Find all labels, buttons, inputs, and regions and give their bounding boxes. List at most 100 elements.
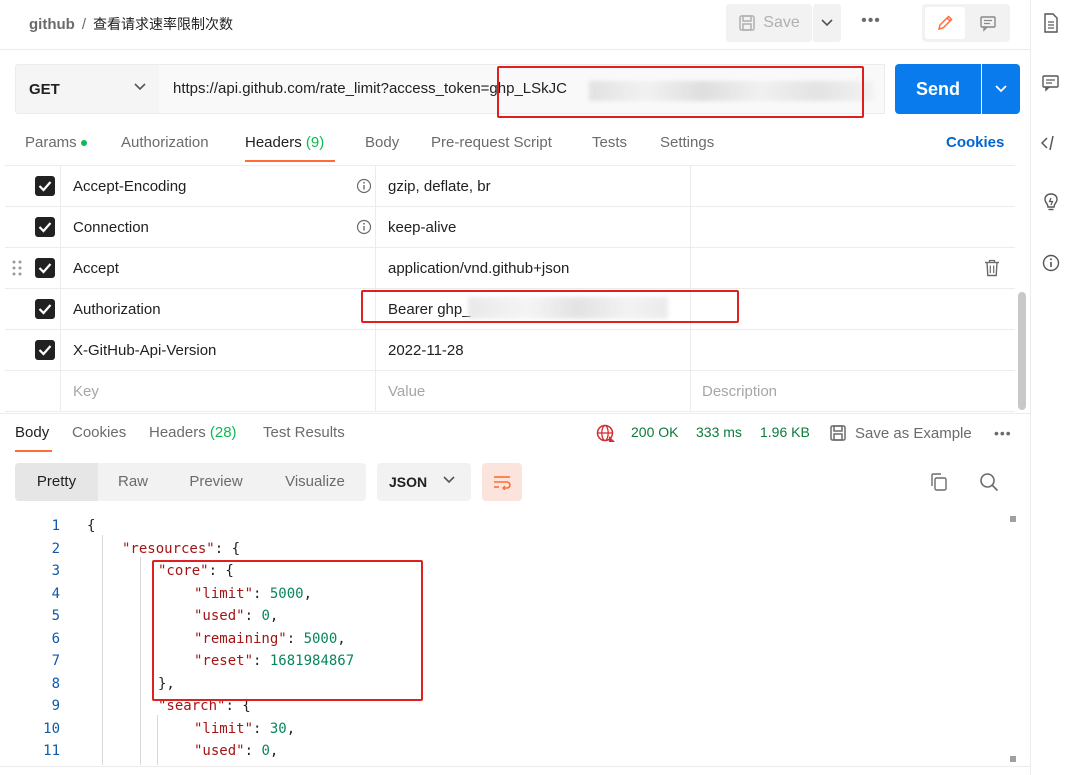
network-globe-icon[interactable] xyxy=(596,424,616,444)
headers-count: (9) xyxy=(305,134,325,151)
request-title[interactable]: 查看请求速率限制次数 xyxy=(93,14,233,34)
header-value[interactable]: gzip, deflate, br xyxy=(388,166,491,207)
tab-test-results[interactable]: Test Results xyxy=(263,424,345,441)
cookies-link[interactable]: Cookies xyxy=(946,134,1004,151)
code-text: "limit": 30, xyxy=(194,720,296,737)
tab-settings[interactable]: Settings xyxy=(660,134,714,151)
trash-icon[interactable] xyxy=(984,259,1000,277)
comments-icon[interactable] xyxy=(1041,73,1061,93)
header-checkbox[interactable] xyxy=(35,258,55,278)
info-icon[interactable] xyxy=(356,219,372,235)
tab-body[interactable]: Body xyxy=(365,134,399,151)
view-raw[interactable]: Raw xyxy=(98,463,168,501)
response-size[interactable]: 1.96 KB xyxy=(760,424,810,440)
header-key[interactable]: Accept-Encoding xyxy=(73,166,186,207)
tab-pre-request-script[interactable]: Pre-request Script xyxy=(431,134,552,151)
response-time[interactable]: 333 ms xyxy=(696,424,742,440)
check-icon xyxy=(38,263,52,274)
lightbulb-icon[interactable] xyxy=(1041,193,1061,213)
header-value[interactable]: keep-alive xyxy=(388,207,456,248)
save-options-button[interactable] xyxy=(813,4,841,42)
view-pretty[interactable]: Pretty xyxy=(15,463,98,501)
tab-tests[interactable]: Tests xyxy=(592,134,627,151)
pane-divider[interactable] xyxy=(0,413,1030,414)
headers-table: Accept-Encoding gzip, deflate, br Connec… xyxy=(5,165,1015,412)
tab-authorization[interactable]: Authorization xyxy=(121,134,209,151)
pencil-icon xyxy=(937,15,953,31)
tab-response-cookies[interactable]: Cookies xyxy=(72,424,126,441)
bottom-divider xyxy=(0,766,1030,767)
tab-headers-label: Headers xyxy=(245,134,302,151)
column-divider xyxy=(60,165,61,412)
check-icon xyxy=(38,345,52,356)
value-placeholder[interactable]: Value xyxy=(388,371,425,412)
header-key[interactable]: X-GitHub-Api-Version xyxy=(73,330,216,371)
format-select[interactable]: JSON xyxy=(377,463,471,501)
save-as-example-button[interactable]: Save as Example xyxy=(829,424,972,442)
save-label: Save xyxy=(763,14,800,31)
header-key[interactable]: Authorization xyxy=(73,289,161,330)
table-row: Accept application/vnd.github+json xyxy=(5,248,1015,289)
top-bar: github / 查看请求速率限制次数 Save ••• xyxy=(0,0,1030,50)
tab-headers[interactable]: Headers (9) xyxy=(245,134,324,151)
more-options-button[interactable]: ••• xyxy=(856,12,886,34)
code-text: "used": 0, xyxy=(194,743,279,759)
column-divider xyxy=(690,165,691,412)
view-preview[interactable]: Preview xyxy=(168,463,264,501)
column-divider xyxy=(375,165,376,412)
tab-response-headers[interactable]: Headers (28) xyxy=(149,424,237,441)
indent-guide xyxy=(157,715,158,765)
tab-response-headers-label: Headers xyxy=(149,424,206,441)
line-number: 6 xyxy=(51,630,60,647)
response-view-selector: Pretty Raw Preview Visualize xyxy=(15,463,366,501)
tab-params-label: Params xyxy=(25,134,77,151)
line-number: 2 xyxy=(51,540,60,557)
breadcrumb: github / 查看请求速率限制次数 xyxy=(29,14,233,34)
table-row: Connection keep-alive xyxy=(5,207,1015,248)
header-value[interactable]: application/vnd.github+json xyxy=(388,248,569,289)
documentation-icon[interactable] xyxy=(1041,13,1061,33)
editor-scroll-up[interactable] xyxy=(1010,516,1016,522)
code-icon[interactable] xyxy=(1041,133,1061,153)
header-checkbox[interactable] xyxy=(35,340,55,360)
line-number: 7 xyxy=(51,653,60,669)
editor-scroll-down[interactable] xyxy=(1010,756,1016,762)
send-options-button[interactable] xyxy=(982,64,1020,114)
chevron-down-icon xyxy=(821,19,833,27)
send-button[interactable]: Send xyxy=(895,64,981,114)
header-value[interactable]: 2022-11-28 xyxy=(388,330,464,371)
tab-response-body[interactable]: Body xyxy=(15,424,49,441)
edit-mode-button[interactable] xyxy=(925,7,965,39)
info-icon[interactable] xyxy=(356,178,372,194)
view-visualize[interactable]: Visualize xyxy=(264,463,366,501)
search-icon[interactable] xyxy=(979,472,999,492)
header-checkbox[interactable] xyxy=(35,176,55,196)
response-more-button[interactable]: ••• xyxy=(994,425,1012,441)
highlight-box-url xyxy=(497,66,864,118)
active-tab-underline xyxy=(245,160,335,162)
breadcrumb-collection[interactable]: github xyxy=(29,16,75,33)
json-number: 30 xyxy=(269,720,287,737)
table-row: Accept-Encoding gzip, deflate, br xyxy=(5,166,1015,207)
header-checkbox[interactable] xyxy=(35,217,55,237)
description-placeholder[interactable]: Description xyxy=(702,371,777,412)
tab-params[interactable]: Params xyxy=(25,134,87,151)
response-headers-count: (28) xyxy=(209,424,237,441)
json-key: "limit" xyxy=(194,720,254,737)
save-button[interactable]: Save xyxy=(726,4,812,42)
documentation-mode-button[interactable] xyxy=(968,7,1008,39)
check-icon xyxy=(38,222,52,233)
info-icon[interactable] xyxy=(1041,253,1061,273)
method-select[interactable]: GET xyxy=(15,64,160,114)
header-key[interactable]: Connection xyxy=(73,207,149,248)
save-icon xyxy=(830,425,846,441)
header-checkbox[interactable] xyxy=(35,299,55,319)
copy-icon[interactable] xyxy=(929,472,949,492)
code-text: { xyxy=(87,518,96,534)
wrap-lines-button[interactable] xyxy=(482,463,522,501)
status-code[interactable]: 200 OK xyxy=(631,424,678,440)
headers-scrollbar[interactable] xyxy=(1018,292,1026,410)
header-key[interactable]: Accept xyxy=(73,248,119,289)
drag-handle-icon[interactable] xyxy=(12,260,22,276)
key-placeholder[interactable]: Key xyxy=(73,371,99,412)
